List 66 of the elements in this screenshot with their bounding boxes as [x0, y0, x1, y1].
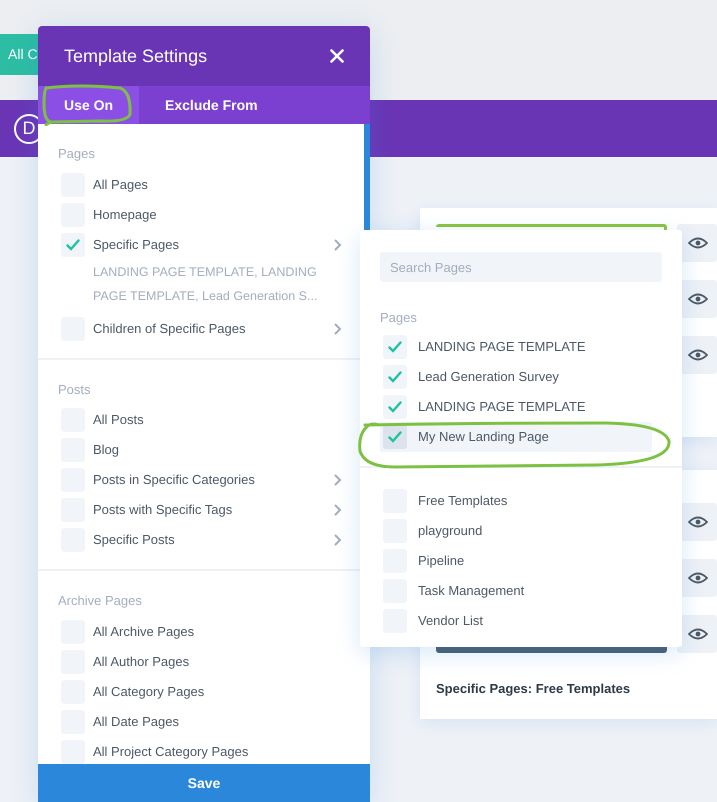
chevron-right-icon: [334, 534, 342, 546]
eye-icon: [688, 572, 708, 584]
page-option[interactable]: Vendor List: [380, 606, 652, 636]
page-name: playground: [418, 522, 482, 540]
eye-icon: [688, 293, 708, 305]
section-title: Archive Pages: [58, 592, 143, 610]
page-name: My New Landing Page: [418, 428, 549, 446]
close-icon[interactable]: [330, 49, 344, 63]
preview-button[interactable]: [677, 615, 717, 653]
checkbox[interactable]: [383, 424, 407, 448]
search-field[interactable]: Search Pages: [380, 252, 662, 282]
option-label[interactable]: All Category Pages: [93, 682, 342, 702]
checkmark-icon: [388, 430, 402, 442]
section-title: Pages: [380, 309, 418, 327]
option-label[interactable]: Specific Pages: [93, 234, 326, 254]
checkmark-icon: [388, 370, 402, 382]
page-option[interactable]: LANDING PAGE TEMPLATE: [380, 392, 652, 422]
page-name: LANDING PAGE TEMPLATE: [418, 338, 586, 356]
page-option[interactable]: Task Management: [380, 576, 652, 606]
selected-pages-summary: LANDING PAGE TEMPLATE, LANDING PAGE TEMPLATE, Lead Generation S...: [92, 264, 318, 304]
preview-button[interactable]: [677, 224, 717, 262]
eye-icon: [688, 237, 708, 249]
option-label[interactable]: All Date Pages: [93, 712, 342, 732]
option-label[interactable]: All Author Pages: [93, 652, 342, 672]
checkmark-icon: [388, 400, 402, 412]
page-name: Vendor List: [418, 612, 484, 630]
checkbox[interactable]: [61, 740, 85, 764]
page-option[interactable]: Pipeline: [380, 546, 652, 576]
tab[interactable]: Exclude From: [139, 86, 284, 124]
page-name: Pipeline: [418, 552, 464, 570]
option-label[interactable]: Children of Specific Pages: [93, 318, 326, 338]
option-label[interactable]: All Project Category Pages: [93, 742, 342, 762]
checkbox[interactable]: [383, 364, 407, 388]
option-label[interactable]: Posts with Specific Tags: [93, 500, 326, 520]
page-option[interactable]: playground: [380, 516, 652, 546]
page-option[interactable]: Lead Generation Survey: [380, 362, 652, 392]
checkmark-icon: [388, 340, 402, 352]
option-label[interactable]: Specific Posts: [93, 530, 326, 550]
checkbox[interactable]: [383, 394, 407, 418]
card-caption: Specific Pages: Free Templates: [436, 680, 632, 698]
eye-icon: [688, 349, 708, 361]
eye-icon: [688, 628, 708, 640]
option-label[interactable]: All Pages: [93, 174, 342, 194]
option-label[interactable]: Homepage: [93, 204, 342, 224]
chevron-right-icon: [334, 322, 342, 334]
checkmark-icon: [66, 238, 80, 250]
page-option[interactable]: LANDING PAGE TEMPLATE: [380, 332, 652, 362]
page-option[interactable]: Free Templates: [380, 486, 652, 516]
chevron-right-icon: [334, 474, 342, 486]
page-name: Task Management: [418, 582, 524, 600]
save-button[interactable]: Save: [38, 764, 370, 802]
checkbox[interactable]: [61, 232, 85, 256]
option-label[interactable]: All Archive Pages: [93, 622, 342, 642]
option-label[interactable]: All Posts: [93, 410, 342, 430]
checkbox[interactable]: [383, 334, 407, 358]
page-name: LANDING PAGE TEMPLATE: [418, 398, 586, 416]
page-name: Lead Generation Survey: [418, 368, 559, 386]
page-option[interactable]: My New Landing Page: [380, 422, 652, 452]
section-title: Pages: [58, 145, 96, 163]
option-label[interactable]: Blog: [93, 440, 342, 460]
section-title: Posts: [58, 380, 92, 398]
chevron-right-icon: [334, 504, 342, 516]
option-label[interactable]: Posts in Specific Categories: [93, 470, 326, 490]
chevron-right-icon: [334, 238, 342, 250]
eye-icon: [688, 516, 708, 528]
page-name: Free Templates: [418, 492, 508, 510]
